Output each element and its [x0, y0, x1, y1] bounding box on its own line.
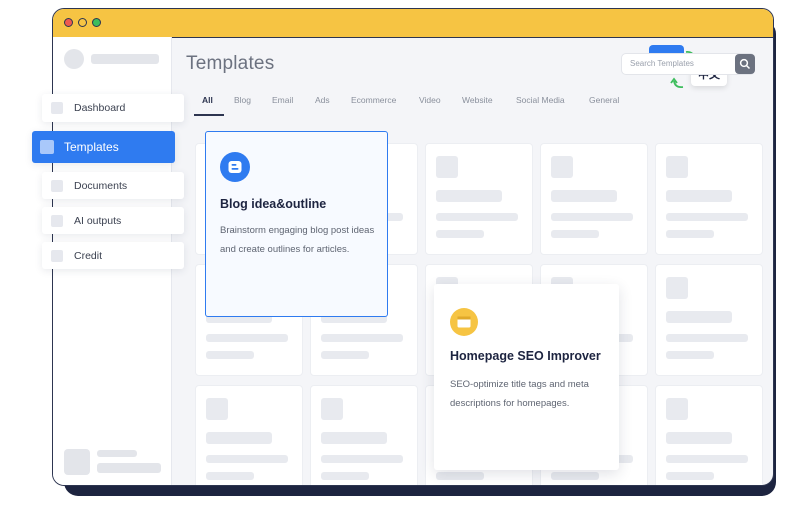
tab-all[interactable]: All — [202, 95, 213, 105]
ai-outputs-icon — [51, 215, 63, 227]
card-line-placeholder — [321, 455, 403, 463]
tab-general[interactable]: General — [589, 95, 619, 105]
card-title-placeholder — [666, 432, 732, 444]
template-card-placeholder[interactable] — [310, 385, 418, 485]
card-line-placeholder — [551, 472, 599, 480]
credit-icon — [51, 250, 63, 262]
template-card-placeholder[interactable] — [195, 385, 303, 485]
card-line-placeholder — [666, 230, 714, 238]
templates-icon — [40, 140, 54, 154]
tab-social-media[interactable]: Social Media — [516, 95, 565, 105]
card-title-placeholder — [206, 432, 272, 444]
documents-icon — [51, 180, 63, 192]
search-icon — [739, 58, 751, 70]
blogger-icon — [220, 152, 250, 182]
card-line-placeholder — [206, 472, 254, 480]
sidebar-item-ai-outputs[interactable]: AI outputs — [42, 207, 184, 234]
card-icon-placeholder — [551, 156, 573, 178]
card-title-placeholder — [321, 432, 387, 444]
card-line-placeholder — [321, 334, 403, 342]
card-line-placeholder — [551, 230, 599, 238]
card-icon-placeholder — [321, 398, 343, 420]
sidebar-item-templates[interactable]: Templates — [32, 131, 175, 163]
card-icon-placeholder — [666, 156, 688, 178]
card-line-placeholder — [206, 455, 288, 463]
tab-blog[interactable]: Blog — [234, 95, 251, 105]
sidebar-item-label: Credit — [74, 250, 103, 262]
sidebar-item-documents[interactable]: Documents — [42, 172, 184, 199]
search-placeholder: Search Templates — [630, 59, 694, 68]
tab-email[interactable]: Email — [272, 95, 293, 105]
card-line-placeholder — [321, 351, 369, 359]
card-line-placeholder — [666, 213, 748, 221]
browser-window-icon — [450, 308, 478, 336]
card-description: Brainstorm engaging blog post ideas and … — [220, 225, 375, 255]
card-title-placeholder — [551, 190, 617, 202]
card-title-placeholder — [666, 311, 732, 323]
card-icon-placeholder — [666, 398, 688, 420]
card-line-placeholder — [436, 230, 484, 238]
dashboard-icon — [51, 102, 63, 114]
tab-video[interactable]: Video — [419, 95, 441, 105]
card-title: Blog idea&outline — [220, 197, 327, 211]
card-line-placeholder — [436, 472, 484, 480]
template-card-placeholder[interactable] — [425, 143, 533, 255]
tab-ecommerce[interactable]: Ecommerce — [351, 95, 396, 105]
sidebar-item-label: Templates — [64, 140, 119, 154]
card-icon-placeholder — [436, 156, 458, 178]
close-window-button[interactable] — [64, 18, 73, 27]
sidebar-item-dashboard[interactable]: Dashboard — [42, 94, 184, 122]
avatar[interactable] — [64, 49, 84, 69]
page-title: Templates — [186, 53, 275, 74]
card-icon-placeholder — [206, 398, 228, 420]
card-line-placeholder — [436, 213, 518, 221]
user-name-placeholder — [91, 54, 159, 64]
title-bar — [53, 9, 773, 38]
tab-website[interactable]: Website — [462, 95, 493, 105]
active-tab-indicator — [194, 114, 224, 116]
account-line-placeholder — [97, 463, 161, 473]
card-line-placeholder — [666, 351, 714, 359]
minimize-window-button[interactable] — [78, 18, 87, 27]
tab-ads[interactable]: Ads — [315, 95, 330, 105]
account-icon-placeholder[interactable] — [64, 449, 90, 475]
sidebar-item-credit[interactable]: Credit — [42, 242, 184, 269]
search-button[interactable] — [735, 54, 755, 74]
template-card-placeholder[interactable] — [655, 143, 763, 255]
card-line-placeholder — [206, 334, 288, 342]
card-icon-placeholder — [666, 277, 688, 299]
template-card-placeholder[interactable] — [540, 143, 648, 255]
switch-arrow-icon — [670, 77, 684, 89]
card-title: Homepage SEO Improver — [450, 349, 601, 363]
sidebar-item-label: Documents — [74, 180, 128, 192]
card-title-placeholder — [666, 190, 732, 202]
card-line-placeholder — [206, 351, 254, 359]
maximize-window-button[interactable] — [92, 18, 101, 27]
card-title-placeholder — [436, 190, 502, 202]
card-line-placeholder — [321, 472, 369, 480]
card-description: SEO-optimize title tags and meta descrip… — [450, 379, 589, 409]
template-card-placeholder[interactable] — [655, 264, 763, 376]
card-line-placeholder — [666, 455, 748, 463]
card-line-placeholder — [666, 334, 748, 342]
card-line-placeholder — [551, 213, 633, 221]
template-card-homepage-seo[interactable]: Homepage SEO Improver SEO-optimize title… — [434, 284, 619, 470]
account-line-placeholder — [97, 450, 137, 457]
card-line-placeholder — [666, 472, 714, 480]
template-card-blog-idea[interactable]: Blog idea&outline Brainstorm engaging bl… — [205, 131, 388, 317]
sidebar-item-label: Dashboard — [74, 102, 126, 114]
sidebar-item-label: AI outputs — [74, 215, 122, 227]
template-card-placeholder[interactable] — [655, 385, 763, 485]
